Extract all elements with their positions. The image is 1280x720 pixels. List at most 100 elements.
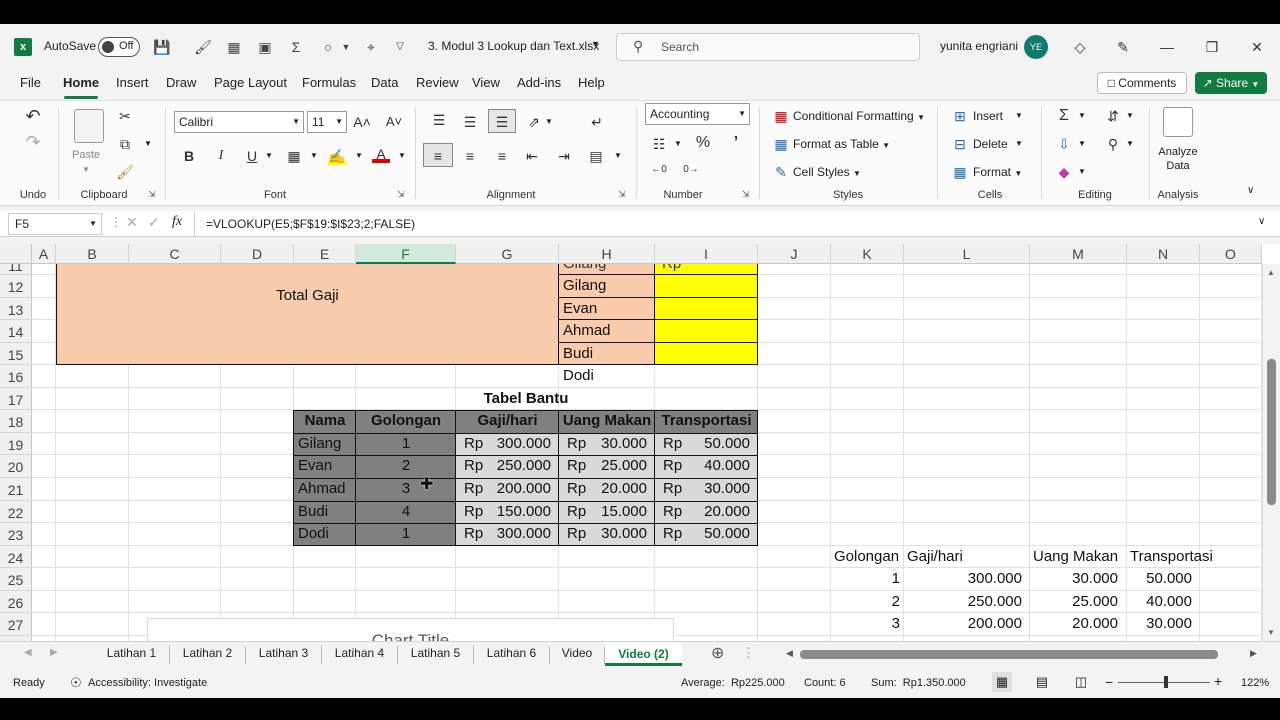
delete-cells-icon[interactable]: ⊟	[951, 135, 969, 153]
accounting-chevron-icon[interactable]: ▼	[674, 139, 682, 148]
add-sheet-icon[interactable]: ⊕	[711, 643, 724, 663]
file-name-chevron-icon[interactable]: ▼	[591, 39, 600, 49]
format-as-table-button[interactable]: Format as Table ▼	[793, 137, 890, 151]
prev-sheet-icon[interactable]: ◀	[24, 647, 32, 658]
tab-review[interactable]: Review	[416, 75, 459, 90]
font-name-select[interactable]: Calibri ▼	[174, 111, 304, 133]
align-center-icon[interactable]: ≡	[461, 147, 479, 165]
column-header-h[interactable]: H	[559, 244, 655, 264]
spreadsheet-grid[interactable]: ABCDEFGHIJKLMNO 11 12 13 14 15 16 17 18 19 20 21 22…	[0, 244, 1280, 641]
accessibility-icon[interactable]: ☉	[70, 675, 82, 691]
page-break-view-icon[interactable]: ◫	[1071, 672, 1091, 692]
paste-chevron-icon[interactable]: ▼	[82, 165, 90, 174]
comments-button[interactable]: □ Comments	[1097, 72, 1187, 94]
column-header-j[interactable]: J	[758, 244, 831, 264]
autosave-toggle[interactable]: Off	[98, 37, 140, 57]
clear-chevron-icon[interactable]: ▼	[1078, 167, 1086, 176]
bold-icon[interactable]: B	[180, 147, 198, 165]
total-gaji-block[interactable]	[56, 264, 559, 365]
fill-color-chevron-icon[interactable]: ▼	[355, 151, 363, 160]
delete-cells-button[interactable]: Delete	[973, 137, 1008, 151]
autosum-qat-icon[interactable]: Σ	[286, 37, 306, 57]
tab-page-layout[interactable]: Page Layout	[214, 75, 287, 90]
chart-object[interactable]: Chart Title	[147, 618, 674, 641]
tab-file[interactable]: File	[20, 75, 41, 90]
copy-icon[interactable]: ⧉	[116, 135, 134, 153]
align-left-icon[interactable]: ≡	[423, 143, 453, 167]
tab-data[interactable]: Data	[371, 75, 398, 90]
total-value-cell[interactable]	[655, 343, 758, 365]
cut-icon[interactable]: ✂	[116, 107, 134, 125]
row-header-23[interactable]: 23	[0, 523, 32, 546]
row-header-21[interactable]: 21	[0, 478, 32, 501]
diamond-icon[interactable]: ◇	[1069, 36, 1091, 58]
column-header-n[interactable]: N	[1127, 244, 1200, 264]
comma-style-icon[interactable]: ’	[727, 134, 745, 152]
total-value-cell[interactable]	[655, 365, 758, 388]
next-sheet-icon[interactable]: ▶	[50, 647, 58, 658]
restore-icon[interactable]: ❐	[1201, 36, 1223, 58]
italic-icon[interactable]: I	[212, 147, 230, 165]
format-as-table-icon[interactable]: ▦	[772, 135, 790, 153]
name-cell[interactable]: Evan	[563, 298, 597, 320]
orientation-icon[interactable]: ⇗	[525, 113, 543, 131]
format-painter-icon[interactable]: 🖌	[116, 163, 134, 181]
column-header-a[interactable]: A	[32, 244, 56, 264]
insert-chevron-icon[interactable]: ▼	[1015, 111, 1023, 120]
row-header-12[interactable]: 12	[0, 275, 32, 298]
decrease-font-size-icon[interactable]: A˅	[385, 113, 403, 131]
name-cell[interactable]: Dodi	[563, 365, 594, 387]
orientation-chevron-icon[interactable]: ▼	[545, 117, 553, 126]
tab-home[interactable]: Home	[63, 75, 99, 90]
borders-icon[interactable]: ▦	[285, 147, 303, 165]
column-header-f[interactable]: F	[356, 244, 456, 264]
scroll-up-icon[interactable]: ▲	[1267, 268, 1275, 277]
fill-icon[interactable]: ⇩	[1055, 135, 1073, 153]
scroll-down-icon[interactable]: ▼	[1267, 628, 1275, 637]
sheet-tab-latihan-4[interactable]: Latihan 4	[322, 646, 398, 664]
chevron-down-icon[interactable]: ▼	[336, 37, 356, 57]
dialog-launcher-icon[interactable]: ⇲	[397, 189, 405, 200]
row-header-14[interactable]: 14	[0, 320, 32, 343]
row-header-24[interactable]: 24	[0, 546, 32, 568]
row-header-25[interactable]: 25	[0, 568, 32, 591]
column-header-b[interactable]: B	[56, 244, 129, 264]
sheet-tab-latihan-1[interactable]: Latihan 1	[94, 646, 170, 664]
share-button[interactable]: ↗ Share ▼	[1195, 72, 1267, 94]
row-header-19[interactable]: 19	[0, 433, 32, 455]
row-header-11[interactable]: 11	[0, 264, 32, 275]
column-header-l[interactable]: L	[904, 244, 1030, 264]
name-box[interactable]: F5 ▼	[8, 213, 102, 235]
borders-chevron-icon[interactable]: ▼	[310, 151, 318, 160]
close-icon[interactable]: ✕	[1246, 36, 1268, 58]
font-color-chevron-icon[interactable]: ▼	[398, 151, 406, 160]
zoom-slider-thumb[interactable]	[1164, 676, 1168, 688]
horizontal-scroll-thumb[interactable]	[800, 650, 1218, 659]
name-cell[interactable]: Ahmad	[563, 320, 611, 342]
font-color-icon[interactable]: A	[372, 145, 390, 163]
column-header-m[interactable]: M	[1030, 244, 1127, 264]
dialog-launcher-icon[interactable]: ⇲	[742, 189, 750, 200]
save-icon[interactable]: 💾	[152, 37, 172, 57]
search-box[interactable]: ⚲ Search	[616, 33, 920, 61]
scroll-left-icon[interactable]: ◀	[786, 648, 793, 659]
file-name[interactable]: 3. Modul 3 Lookup dan Text.xlsx	[428, 39, 599, 53]
autosum-icon[interactable]: Σ	[1055, 107, 1073, 125]
sort-chevron-icon[interactable]: ▼	[1126, 111, 1134, 120]
borders-qat-icon[interactable]: ▦	[224, 37, 244, 57]
tab-view[interactable]: View	[472, 75, 500, 90]
column-header-i[interactable]: I	[655, 244, 758, 264]
dialog-launcher-icon[interactable]: ⇲	[148, 189, 156, 200]
cell-styles-button[interactable]: Cell Styles ▼	[793, 165, 861, 179]
column-header-k[interactable]: K	[831, 244, 904, 264]
dialog-launcher-icon[interactable]: ⇲	[618, 189, 626, 200]
row-header-15[interactable]: 15	[0, 343, 32, 365]
column-header-g[interactable]: G	[456, 244, 559, 264]
zoom-in-icon[interactable]: +	[1214, 673, 1222, 689]
zoom-out-icon[interactable]: −	[1105, 674, 1113, 690]
status-average[interactable]: Average: Rp225.000	[681, 677, 785, 689]
increase-font-size-icon[interactable]: A˄	[353, 113, 371, 131]
fill-color-icon[interactable]: ✍	[328, 147, 346, 165]
row-header-26[interactable]: 26	[0, 591, 32, 613]
underline-chevron-icon[interactable]: ▼	[265, 151, 273, 160]
